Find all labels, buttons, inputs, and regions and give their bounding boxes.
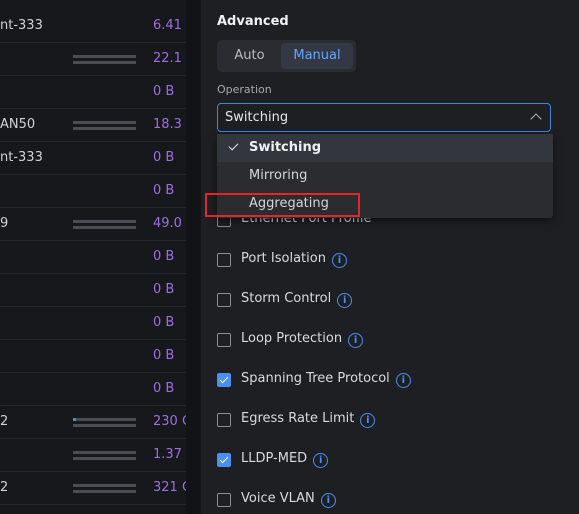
highlight-annotation-box <box>205 193 360 217</box>
row-value: 0 B <box>153 183 175 198</box>
dropdown-option-switching[interactable]: Switching <box>217 134 553 162</box>
operation-select[interactable]: Switching <box>217 103 551 132</box>
usage-bar <box>73 457 136 460</box>
usage-bar <box>73 127 136 130</box>
dropdown-option-label: Mirroring <box>249 168 308 183</box>
info-icon[interactable]: i <box>348 333 364 348</box>
usage-bar <box>73 61 136 64</box>
usage-bar <box>73 55 136 58</box>
table-row[interactable]: 22.1 G <box>0 42 196 76</box>
table-row[interactable]: nt-333 6.41 G <box>0 9 196 43</box>
row-name: AN50 <box>0 117 36 132</box>
info-icon[interactable]: i <box>337 293 353 308</box>
usage-bar <box>73 490 136 493</box>
checkbox[interactable] <box>217 253 231 267</box>
row-value: 0 B <box>153 84 175 99</box>
background-table: nt-333 6.41 G 22.1 G 0 B AN50 18.3 G nt-333 0 B… <box>0 0 196 514</box>
row-value: 0 B <box>153 150 175 165</box>
table-row[interactable]: 1.37 T <box>0 438 194 472</box>
table-row[interactable]: 0 B <box>0 273 186 307</box>
usage-bar <box>73 418 136 421</box>
option-label-text: Spanning Tree Protocol <box>241 371 390 386</box>
info-icon[interactable]: i <box>320 493 336 508</box>
table-row[interactable]: 2 230 G <box>0 405 192 439</box>
table-row[interactable]: 0 B <box>0 339 186 373</box>
chevron-up-icon <box>530 113 542 125</box>
row-name: 2 <box>0 480 9 495</box>
option-label-text: Egress Rate Limit <box>241 411 355 426</box>
usage-bar <box>73 226 136 229</box>
usage-bar-fill <box>73 418 76 421</box>
table-row[interactable]: 2 321 G <box>0 471 192 505</box>
option-label: Egress Rate Limit i <box>241 411 376 428</box>
row-name: nt-333 <box>0 150 43 165</box>
option-label: Spanning Tree Protocol i <box>241 371 411 388</box>
info-icon[interactable]: i <box>395 373 411 388</box>
option-label: Loop Protection i <box>241 331 364 348</box>
checkbox[interactable] <box>217 493 231 507</box>
checkbox[interactable] <box>217 293 231 307</box>
row-name: nt-333 <box>0 18 43 33</box>
usage-bar <box>73 451 136 454</box>
table-row[interactable]: 0 B <box>0 306 186 340</box>
table-row[interactable]: 0 B <box>0 240 186 274</box>
usage-bar <box>73 121 136 124</box>
row-value: 0 B <box>153 282 175 297</box>
row-name: 2 <box>0 414 9 429</box>
info-icon[interactable]: i <box>360 413 376 428</box>
option-label: Voice VLAN i <box>241 491 336 508</box>
row-value: 0 B <box>153 348 175 363</box>
table-row[interactable]: AN50 18.3 G <box>0 108 196 142</box>
info-icon[interactable]: i <box>313 453 329 468</box>
table-row[interactable]: 9 49.0 G <box>0 207 196 241</box>
mode-toggle: Auto Manual <box>217 40 356 72</box>
operation-label: Operation <box>217 83 272 96</box>
option-label: Storm Control i <box>241 291 353 308</box>
dropdown-option-mirroring[interactable]: Mirroring <box>217 162 553 190</box>
usage-bar <box>73 424 136 427</box>
option-label-text: Port Isolation <box>241 251 326 266</box>
row-name: 9 <box>0 216 9 231</box>
section-heading: Advanced <box>217 14 289 29</box>
option-label-text: Voice VLAN <box>241 491 315 506</box>
operation-select-value: Switching <box>225 110 289 125</box>
table-row[interactable]: nt-333 0 B <box>0 141 186 175</box>
checkbox[interactable] <box>217 413 231 427</box>
option-label-text: Storm Control <box>241 291 332 306</box>
usage-bar <box>73 484 136 487</box>
option-label-text: Loop Protection <box>241 331 343 346</box>
usage-bar <box>73 220 136 223</box>
row-value: 0 B <box>153 249 175 264</box>
table-row[interactable]: 0 B <box>0 372 186 406</box>
row-value: 0 B <box>153 381 175 396</box>
mode-manual-button[interactable]: Manual <box>281 43 353 69</box>
option-label: Port Isolation i <box>241 251 347 268</box>
mode-auto-button[interactable]: Auto <box>220 43 279 69</box>
checkbox[interactable] <box>217 373 231 387</box>
checkmark-icon <box>228 140 239 151</box>
info-icon[interactable]: i <box>331 253 347 268</box>
option-label-text: LLDP-MED <box>241 451 308 466</box>
checkbox[interactable] <box>217 453 231 467</box>
table-row[interactable]: 0 B <box>0 75 186 109</box>
dropdown-option-label: Switching <box>249 140 322 155</box>
checkbox[interactable] <box>217 333 231 347</box>
table-row[interactable]: 0 B <box>0 174 186 208</box>
row-value: 0 B <box>153 315 175 330</box>
option-label: LLDP-MED i <box>241 451 329 468</box>
